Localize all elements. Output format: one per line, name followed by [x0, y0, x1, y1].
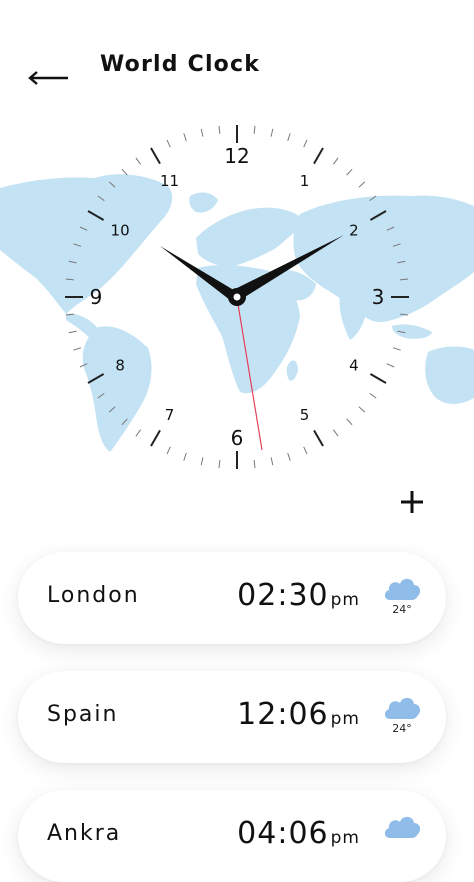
arrow-left-icon — [28, 71, 68, 85]
minute-tick — [358, 181, 366, 188]
cloud-icon — [384, 816, 421, 838]
dial-number: 6 — [231, 426, 244, 450]
dial-number: 11 — [160, 172, 179, 190]
dial-number: 5 — [300, 406, 310, 424]
minute-tick — [346, 168, 353, 176]
hour-tick — [313, 147, 324, 165]
city-time: 12:06 pm — [237, 697, 360, 732]
minute-tick — [183, 452, 187, 461]
minute-tick — [253, 125, 256, 134]
plus-icon — [401, 491, 423, 513]
city-name: London — [47, 583, 140, 608]
minute-tick — [287, 452, 291, 461]
minute-tick — [358, 406, 366, 413]
weather-indicator: 24° — [382, 574, 422, 620]
cloud-icon — [384, 578, 421, 600]
minute-tick — [287, 133, 291, 142]
city-time: 02:30 pm — [237, 578, 360, 613]
minute-tick — [392, 347, 401, 351]
hour-tick — [150, 147, 161, 165]
minute-tick — [270, 457, 274, 466]
minute-tick — [200, 457, 204, 466]
minute-tick — [270, 128, 274, 137]
minute-tick — [121, 168, 128, 176]
minute-tick — [135, 157, 142, 165]
city-name: Spain — [47, 702, 119, 727]
page-title: World Clock — [100, 52, 261, 77]
minute-tick — [218, 460, 221, 469]
dial-number: 8 — [115, 357, 125, 375]
minute-tick — [386, 363, 395, 368]
minute-tick — [346, 418, 353, 426]
city-name: Ankra — [47, 821, 122, 846]
minute-tick — [369, 392, 377, 399]
minute-tick — [253, 460, 256, 469]
weather-indicator — [382, 812, 422, 858]
temperature: 24° — [392, 603, 412, 616]
weather-indicator: 24° — [382, 693, 422, 739]
world-clock-dial: 12 1 2 3 4 5 6 7 8 9 10 11 — [0, 110, 474, 480]
dial-number: 3 — [372, 285, 385, 309]
temperature: 24° — [392, 722, 412, 735]
hour-tick — [313, 429, 324, 447]
minute-tick — [183, 133, 187, 142]
minute-tick — [166, 139, 171, 148]
minute-tick — [200, 128, 204, 137]
minute-tick — [303, 446, 308, 455]
minute-tick — [332, 429, 339, 437]
dial-number: 10 — [111, 222, 130, 240]
minute-tick — [166, 446, 171, 455]
dial-number: 2 — [349, 222, 359, 240]
minute-tick — [218, 125, 221, 134]
hour-tick — [150, 429, 161, 447]
minute-tick — [73, 347, 82, 351]
city-time: 04:06 pm — [237, 816, 360, 851]
city-card-london[interactable]: London 02:30 pm 24° — [18, 552, 446, 644]
world-map — [0, 174, 474, 452]
city-card-ankra[interactable]: Ankra 04:06 pm — [18, 790, 446, 882]
add-city-button[interactable] — [392, 483, 432, 523]
app-header: World Clock — [0, 40, 474, 96]
minute-tick — [332, 157, 339, 165]
hour-tick — [369, 373, 387, 384]
minute-tick — [303, 139, 308, 148]
back-button[interactable] — [22, 50, 74, 86]
dial-number: 12 — [224, 144, 249, 168]
dial-number: 1 — [300, 172, 310, 190]
city-card-spain[interactable]: Spain 12:06 pm 24° — [18, 671, 446, 763]
cloud-icon — [384, 697, 421, 719]
dial-number: 4 — [349, 357, 359, 375]
minute-tick — [68, 330, 77, 334]
dial-number: 7 — [165, 406, 175, 424]
minute-tick — [135, 429, 142, 437]
dial-number: 9 — [90, 285, 103, 309]
